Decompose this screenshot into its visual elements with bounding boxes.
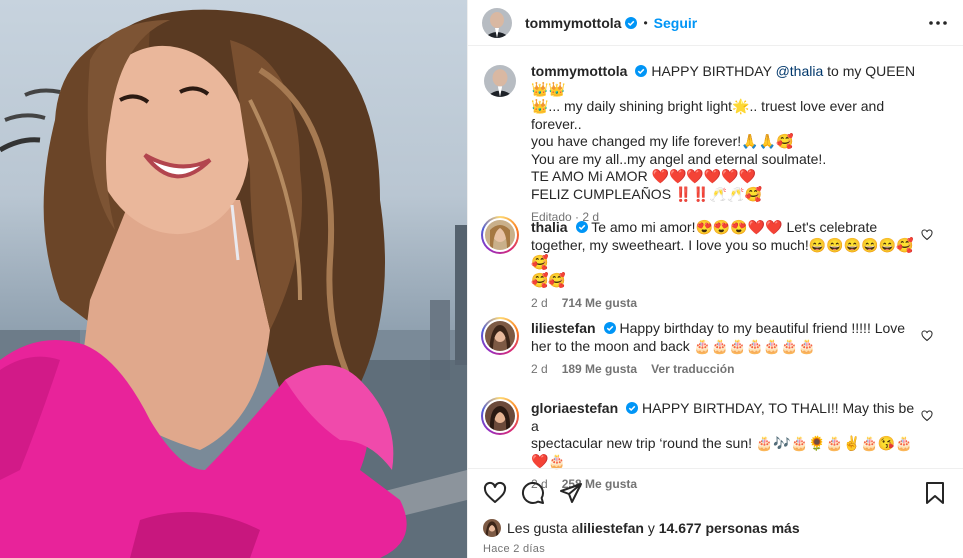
caption-author-avatar[interactable] [484,65,516,97]
likes-count[interactable]: 14.677 personas más [659,520,800,536]
comment-line: spectacular new trip ‘round the sun! 🎂🎶🎂… [531,435,913,469]
verified-icon [603,321,616,334]
caption-line: TE AMO Mi AMOR ❤️❤️❤️❤️❤️❤️ [531,168,757,184]
comment-icon[interactable] [521,481,545,505]
separator-dot: • [643,15,648,30]
heart-icon[interactable] [483,481,507,505]
comment-time: 2 d [531,362,548,376]
comment-time: 2 d [531,296,548,310]
photo-illustration [0,9,467,558]
comment-meta: 2 d 714 Me gusta [531,296,923,310]
see-translation-button[interactable]: Ver traducción [651,362,734,376]
comment-item: liliestefan Happy birthday to my beautif… [468,317,963,376]
post-time: Hace 2 días [483,543,546,555]
commenter-avatar [485,401,515,431]
comment-username[interactable]: liliestefan [531,320,596,336]
caption-line: HAPPY BIRTHDAY [651,63,776,79]
verified-icon [626,401,639,414]
verified-icon [635,64,648,77]
comments-feed: tommymottola HAPPY BIRTHDAY @thalia to m… [468,63,963,491]
story-ring[interactable] [481,317,519,355]
comment-line: her to the moon and back 🎂🎂🎂🎂🎂🎂🎂 [531,337,816,354]
comment-text: gloriaestefan HAPPY BIRTHDAY, TO THALI!!… [531,400,923,470]
likes-prefix: Les gusta a [507,520,580,536]
comment-line: 🥰🥰 [531,271,566,288]
story-ring[interactable] [481,216,519,254]
comment-username[interactable]: gloriaestefan [531,400,618,416]
story-ring[interactable] [481,397,519,435]
bookmark-icon[interactable] [923,481,947,505]
mention-link[interactable]: @thalia [776,63,824,79]
comment-likes[interactable]: 189 Me gusta [562,362,637,376]
post-side-panel: tommymottola • Seguir tommymottola HAPPY… [467,0,963,558]
action-icons [468,469,963,505]
comment-meta: 2 d 189 Me gusta Ver traducción [531,362,923,376]
caption-line: You are my all..my angel and eternal sou… [531,150,827,167]
comment-like-icon[interactable] [921,330,933,342]
comment-username[interactable]: thalia [531,219,568,235]
more-options-icon[interactable] [929,14,947,32]
commenter-avatar [485,321,515,351]
likes-middle: y [643,520,659,536]
liker-avatar[interactable] [483,519,501,537]
author-username[interactable]: tommymottola [525,15,621,31]
caption-line: FELIZ CUMPLEAÑOS ‼️‼️🥂🥂🥰 [531,185,763,202]
comment-likes[interactable]: 714 Me gusta [562,296,637,310]
caption-username[interactable]: tommymottola [531,63,627,79]
comment-line: together, my sweetheart. I love you so m… [531,236,914,271]
post-dialog: tommymottola • Seguir tommymottola HAPPY… [0,0,963,558]
commenter-avatar [485,220,515,250]
verified-icon [625,16,638,29]
comment-line: Te amo mi amor!😍😍😍❤️❤️ Let's celebrate [591,219,878,235]
comment-line: Happy birthday to my beautiful friend !!… [619,320,906,336]
post-caption: tommymottola HAPPY BIRTHDAY @thalia to m… [468,63,963,224]
verified-icon [575,220,588,233]
comment-text: thalia Te amo mi amor!😍😍😍❤️❤️ Let's cele… [531,219,923,289]
post-header: tommymottola • Seguir [468,0,963,46]
post-photo [0,0,467,558]
caption-line: 👑... my daily shining bright light🌟.. tr… [531,98,885,132]
liker-username[interactable]: liliestefan [579,520,644,536]
post-actions: Les gusta a liliestefan y 14.677 persona… [468,468,963,558]
comment-item: thalia Te amo mi amor!😍😍😍❤️❤️ Let's cele… [468,216,963,310]
author-avatar[interactable] [482,7,512,38]
likes-summary: Les gusta a liliestefan y 14.677 persona… [468,505,963,537]
caption-line: you have changed my life forever!🙏🙏🥰 [531,133,794,149]
follow-button[interactable]: Seguir [654,15,698,31]
comment-like-icon[interactable] [921,410,933,422]
comment-text: liliestefan Happy birthday to my beautif… [531,320,923,355]
share-icon[interactable] [559,481,583,505]
comment-like-icon[interactable] [921,229,933,241]
caption-text: tommymottola HAPPY BIRTHDAY @thalia to m… [531,63,923,203]
